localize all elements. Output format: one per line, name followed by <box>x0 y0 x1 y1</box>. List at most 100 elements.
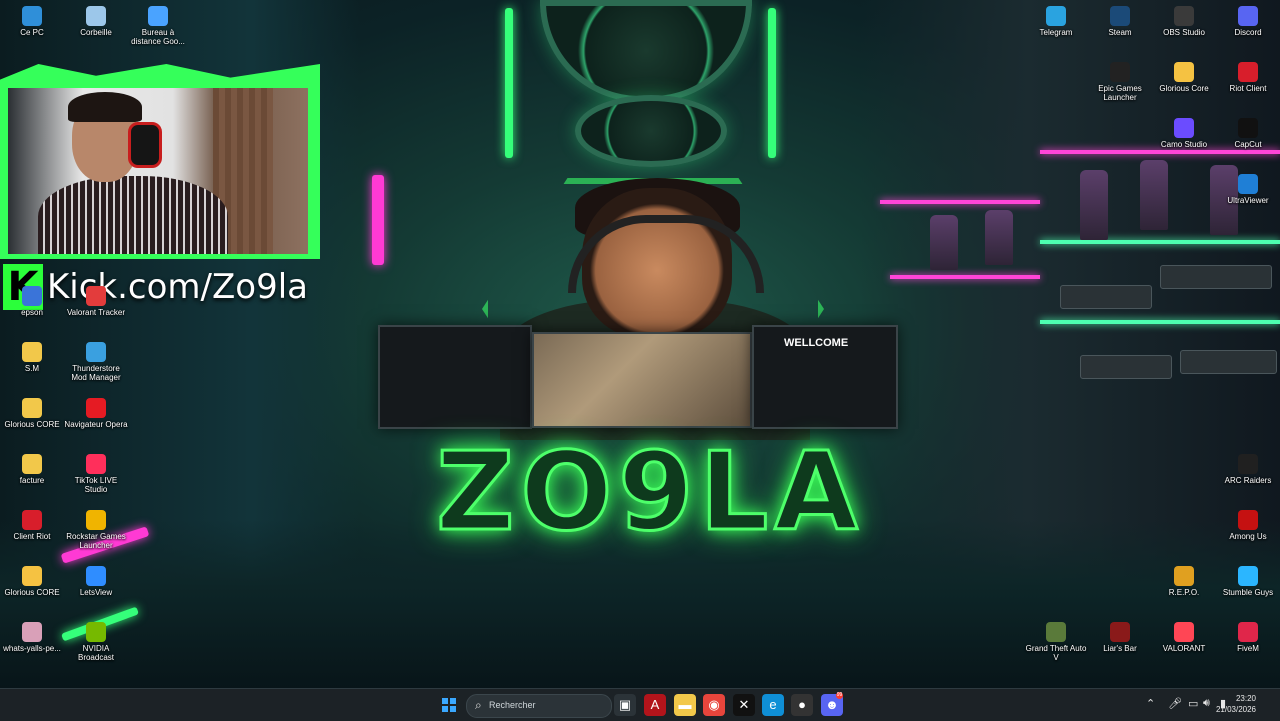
desktop-icon-label: Camo Studio <box>1160 140 1208 149</box>
acrobat-icon[interactable]: A <box>644 694 666 716</box>
wallpaper-figurine <box>1080 170 1108 240</box>
desktop-icon-label: Stumble Guys <box>1222 588 1274 597</box>
search-placeholder: Rechercher <box>489 700 536 710</box>
telegram-icon <box>1046 6 1066 26</box>
desktop-icon[interactable]: Telegram <box>1024 6 1088 37</box>
opera-icon <box>86 398 106 418</box>
desktop-icon[interactable]: whats-yalls-pe... <box>0 622 64 653</box>
desktop-icon[interactable]: UltraViewer <box>1216 174 1280 205</box>
file-explorer-icon[interactable]: ▬ <box>674 694 696 716</box>
tracker-icon <box>86 286 106 306</box>
chrome-icon[interactable]: ◉ <box>703 694 725 716</box>
desktop-icon[interactable]: Glorious CORE <box>0 566 64 597</box>
volume-icon[interactable]: 🔊︎ <box>1203 697 1210 710</box>
desktop-icon-label: whats-yalls-pe... <box>3 644 61 653</box>
desktop-icon[interactable]: Discord <box>1216 6 1280 37</box>
desktop-icon[interactable]: LetsView <box>64 566 128 597</box>
desktop-icon[interactable]: Steam <box>1088 6 1152 37</box>
arc-raiders-icon <box>1238 454 1258 474</box>
desktop-icon[interactable]: FiveM <box>1216 622 1280 653</box>
capcut-icon <box>1238 118 1258 138</box>
wallpaper-figurine <box>930 215 958 270</box>
desktop-icon[interactable]: Ce PC <box>0 6 64 37</box>
desktop-icon-label: Among Us <box>1229 532 1267 541</box>
desktop-icon[interactable]: Thunderstore Mod Manager <box>64 342 128 382</box>
wallpaper-shelf-light <box>1040 320 1280 324</box>
wallpaper-shelf-light <box>890 275 1040 279</box>
wallpaper-monitor-banner: WELLCOME <box>784 337 849 349</box>
desktop-icon[interactable]: Navigateur Opera <box>64 398 128 429</box>
start-button[interactable] <box>438 694 460 716</box>
desktop-icon[interactable]: VALORANT <box>1152 622 1216 653</box>
desktop-icon[interactable]: Grand Theft Auto V <box>1024 622 1088 662</box>
capcut-icon[interactable]: ✕ <box>733 694 755 716</box>
letsview-icon <box>86 566 106 586</box>
wallpaper-keyboard <box>1080 355 1172 379</box>
task-view-icon[interactable]: ▣ <box>614 694 636 716</box>
desktop-icon[interactable]: Stumble Guys <box>1216 566 1280 597</box>
network-icon[interactable]: ▭ <box>1188 697 1198 710</box>
desktop-icon[interactable]: Among Us <box>1216 510 1280 541</box>
taskbar-search-box[interactable]: ⌕ Rechercher <box>466 694 612 718</box>
windows-logo-icon <box>442 698 456 712</box>
desktop-icon[interactable]: Corbeille <box>64 6 128 37</box>
desktop-icon[interactable]: Riot Client <box>1216 62 1280 93</box>
desktop-icon[interactable]: Liar's Bar <box>1088 622 1152 653</box>
liars-bar-icon <box>1110 622 1130 642</box>
desktop-icon[interactable]: Glorious Core <box>1152 62 1216 93</box>
chevron-up-icon[interactable]: ⌃ <box>1146 697 1155 710</box>
desktop-icon[interactable]: Epic Games Launcher <box>1088 62 1152 102</box>
riot-icon <box>1238 62 1258 82</box>
desktop-icon-label: Glorious CORE <box>4 420 60 429</box>
obs-icon[interactable]: ● <box>791 694 813 716</box>
desktop-icon[interactable]: Client Riot <box>0 510 64 541</box>
among-us-icon <box>1238 510 1258 530</box>
webcam-headset <box>128 122 162 168</box>
desktop-icon[interactable]: Rockstar Games Launcher <box>64 510 128 550</box>
ultraviewer-icon <box>1238 174 1258 194</box>
glorious-icon <box>22 566 42 586</box>
desktop-icon-label: Client Riot <box>13 532 51 541</box>
desktop-icon[interactable]: TikTok LIVE Studio <box>64 454 128 494</box>
desktop-icon[interactable]: Glorious CORE <box>0 398 64 429</box>
desktop-icon-label: Corbeille <box>80 28 112 37</box>
image-file-icon <box>22 622 42 642</box>
desktop-icon[interactable]: epson <box>0 286 64 317</box>
desktop-icon-label: NVIDIA Broadcast <box>77 644 115 662</box>
wallpaper-neon-strip <box>768 8 776 158</box>
wallpaper-brand-logo: ZO9LA <box>435 428 864 556</box>
desktop-icon-label: S.M <box>24 364 40 373</box>
desktop-icon[interactable]: facture <box>0 454 64 485</box>
wallpaper-monitor-left <box>378 325 532 429</box>
wallpaper-shelf-light <box>880 200 1040 204</box>
desktop-icon[interactable]: OBS Studio <box>1152 6 1216 37</box>
fivem-icon <box>1238 622 1258 642</box>
desktop-icon-label: Glorious CORE <box>4 588 60 597</box>
discord-notification-badge: 99 <box>836 692 843 699</box>
desktop-icon-label: Epic Games Launcher <box>1098 84 1142 102</box>
desktop-icon-label: Glorious Core <box>1159 84 1209 93</box>
clock-time: 23:20 <box>1235 694 1256 703</box>
desktop-icon-label: OBS Studio <box>1163 28 1205 37</box>
microphone-icon[interactable]: 🎤︎ <box>1168 697 1182 710</box>
edge-icon[interactable]: e <box>762 694 784 716</box>
desktop-icon-label: Grand Theft Auto V <box>1025 644 1087 662</box>
stumble-guys-icon <box>1238 566 1258 586</box>
desktop-icon-label: ARC Raiders <box>1224 476 1272 485</box>
desktop-icon[interactable]: R.E.P.O. <box>1152 566 1216 597</box>
glorious-icon <box>1174 62 1194 82</box>
desktop-icon[interactable]: ARC Raiders <box>1216 454 1280 485</box>
desktop-icon[interactable]: S.M <box>0 342 64 373</box>
desktop-icon-label: LetsView <box>79 588 113 597</box>
valorant-icon <box>1174 622 1194 642</box>
desktop-icon[interactable]: Camo Studio <box>1152 118 1216 149</box>
taskbar-clock[interactable]: 23:20 21/03/2026 <box>1216 693 1256 715</box>
desktop-icon[interactable]: Bureau à distance Goo... <box>126 6 190 46</box>
discord-icon <box>1238 6 1258 26</box>
desktop-icon[interactable]: Valorant Tracker <box>64 286 128 317</box>
epic-icon <box>1110 62 1130 82</box>
desktop-icon[interactable]: CapCut <box>1216 118 1280 149</box>
desktop-icon[interactable]: NVIDIA Broadcast <box>64 622 128 662</box>
tiktok-icon <box>86 454 106 474</box>
gta-icon <box>1046 622 1066 642</box>
